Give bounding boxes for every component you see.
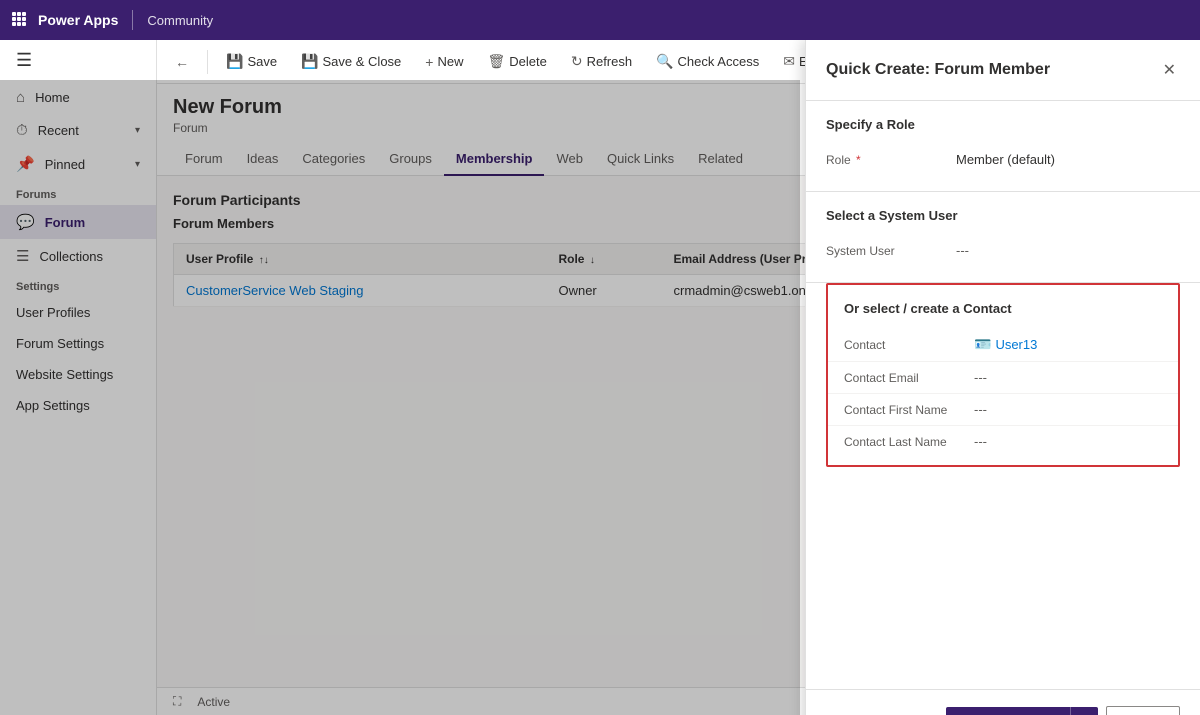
panel-footer: Save and Close ▾ Cancel (806, 689, 1200, 715)
check-access-label: Check Access (678, 54, 760, 69)
system-user-section: Select a System User System User --- (806, 192, 1200, 283)
contact-first-name-value: --- (974, 402, 1162, 417)
role-field-row: Role * Member (default) (826, 144, 1180, 175)
close-icon: ✕ (1163, 62, 1176, 79)
menu-button[interactable]: ☰ (0, 40, 156, 81)
contact-box-wrapper: Or select / create a Contact Contact 🪪 U… (806, 283, 1200, 483)
role-value: Member (default) (956, 152, 1180, 167)
community-label: Community (147, 13, 213, 28)
separator (207, 50, 208, 74)
contact-last-name-label: Contact Last Name (844, 435, 974, 449)
contact-first-name-field-row: Contact First Name --- (828, 394, 1178, 426)
role-label: Role * (826, 153, 956, 167)
save-dropdown-button[interactable]: ▾ (1070, 707, 1098, 715)
new-button[interactable]: + New (415, 48, 473, 76)
contact-section-title: Or select / create a Contact (828, 285, 1178, 316)
panel-body: Specify a Role Role * Member (default) S… (806, 101, 1200, 689)
save-and-close-button[interactable]: Save and Close (946, 707, 1070, 715)
modal-overlay (0, 80, 800, 715)
contact-email-value: --- (974, 370, 1162, 385)
contact-last-name-value: --- (974, 434, 1162, 449)
check-access-icon: 🔍 (656, 53, 673, 70)
save-button[interactable]: 💾 Save (216, 47, 287, 76)
refresh-icon: ↻ (571, 53, 583, 70)
delete-label: Delete (509, 54, 547, 69)
new-label: New (437, 54, 463, 69)
delete-button[interactable]: 🗑 Delete (477, 47, 556, 76)
back-button[interactable]: ← (165, 48, 199, 76)
email-icon: ✉ (783, 53, 795, 70)
system-user-title: Select a System User (826, 208, 1180, 223)
panel-close-button[interactable]: ✕ (1159, 56, 1180, 84)
save-close-button[interactable]: 💾 Save & Close (291, 47, 411, 76)
system-user-field-row: System User --- (826, 235, 1180, 266)
hamburger-icon: ☰ (16, 50, 32, 70)
app-grid-icon[interactable] (12, 12, 28, 28)
divider (132, 10, 133, 30)
check-access-button[interactable]: 🔍 Check Access (646, 47, 769, 76)
save-label: Save (247, 54, 277, 69)
contact-user-name: User13 (995, 337, 1037, 352)
new-icon: + (425, 54, 433, 70)
specify-role-title: Specify a Role (826, 117, 1180, 132)
contact-value[interactable]: 🪪 User13 (974, 336, 1162, 353)
specify-role-section: Specify a Role Role * Member (default) (806, 101, 1200, 192)
contact-label: Contact (844, 338, 974, 352)
cancel-button[interactable]: Cancel (1106, 706, 1180, 715)
save-icon: 💾 (226, 53, 243, 70)
save-close-group: Save and Close ▾ (946, 707, 1097, 715)
app-logo: Power Apps (38, 12, 118, 28)
contact-first-name-label: Contact First Name (844, 403, 974, 417)
contact-field-row: Contact 🪪 User13 (828, 328, 1178, 362)
save-close-icon: 💾 (301, 53, 318, 70)
refresh-button[interactable]: ↻ Refresh (561, 47, 642, 76)
save-close-label: Save & Close (323, 54, 402, 69)
contact-user-icon: 🪪 (974, 336, 991, 353)
system-user-label: System User (826, 244, 956, 258)
system-user-value: --- (956, 243, 1180, 258)
panel-header: Quick Create: Forum Member ✕ (806, 40, 1200, 101)
top-bar: Power Apps Community (0, 0, 1200, 40)
back-icon: ← (175, 54, 189, 70)
refresh-label: Refresh (587, 54, 633, 69)
required-indicator: * (856, 153, 861, 167)
contact-last-name-field-row: Contact Last Name --- (828, 426, 1178, 465)
contact-email-label: Contact Email (844, 371, 974, 385)
contact-section: Or select / create a Contact Contact 🪪 U… (826, 283, 1180, 467)
contact-email-field-row: Contact Email --- (828, 362, 1178, 394)
delete-icon: 🗑 (487, 53, 505, 70)
panel-title: Quick Create: Forum Member (826, 61, 1050, 79)
quick-create-panel: Quick Create: Forum Member ✕ Specify a R… (805, 40, 1200, 715)
